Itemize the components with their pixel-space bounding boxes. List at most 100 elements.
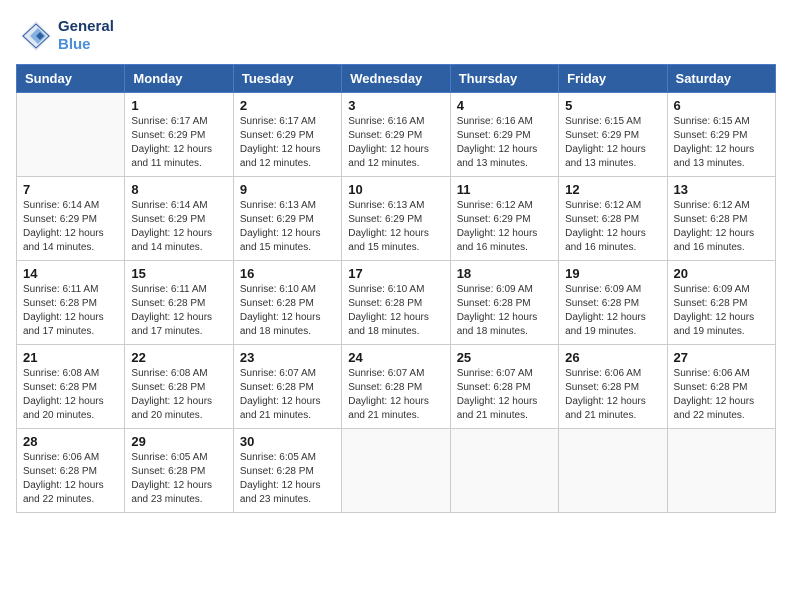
day-number: 29 xyxy=(131,434,226,449)
day-cell-16: 16Sunrise: 6:10 AMSunset: 6:28 PMDayligh… xyxy=(233,261,341,345)
empty-cell xyxy=(342,429,450,513)
day-cell-18: 18Sunrise: 6:09 AMSunset: 6:28 PMDayligh… xyxy=(450,261,558,345)
day-info: Sunrise: 6:17 AMSunset: 6:29 PMDaylight:… xyxy=(240,115,335,171)
day-cell-13: 13 Sunrise: 6:12 AMSunset: 6:28 PMDayligh… xyxy=(667,177,775,261)
day-number: 24 xyxy=(348,350,443,365)
day-info: Sunrise: 6:08 AMSunset: 6:28 PMDaylight:… xyxy=(23,367,118,423)
day-info: Sunrise: 6:11 AMSunset: 6:28 PMDaylight:… xyxy=(131,283,226,339)
day-number: 30 xyxy=(240,434,335,449)
day-cell-1: 1 Sunrise: 6:17 AMSunset: 6:29 PMDaylight… xyxy=(125,93,233,177)
day-cell-30: 30 Sunrise: 6:05 AMSunset: 6:28 PMDayligh… xyxy=(233,429,341,513)
weekday-header-tuesday: Tuesday xyxy=(233,65,341,93)
empty-cell xyxy=(450,429,558,513)
day-info: Sunrise: 6:07 AMSunset: 6:28 PMDaylight:… xyxy=(457,367,552,423)
day-number: 5 xyxy=(565,98,660,113)
day-info: Sunrise: 6:07 AMSunset: 6:28 PMDaylight:… xyxy=(348,367,443,423)
day-info: Sunrise: 6:07 AMSunset: 6:28 PMDaylight:… xyxy=(240,367,335,423)
day-cell-17: 17 Sunrise: 6:10 AMSunset: 6:28 PMDayligh… xyxy=(342,261,450,345)
day-cell-28: 28Sunrise: 6:06 AMSunset: 6:28 PMDayligh… xyxy=(17,429,125,513)
day-cell-20: 20 Sunrise: 6:09 AMSunset: 6:28 PMDayligh… xyxy=(667,261,775,345)
weekday-header-thursday: Thursday xyxy=(450,65,558,93)
day-number: 11 xyxy=(457,182,552,197)
weekday-header-wednesday: Wednesday xyxy=(342,65,450,93)
day-cell-5: 5 Sunrise: 6:15 AMSunset: 6:29 PMDaylight… xyxy=(559,93,667,177)
day-number: 19 xyxy=(565,266,660,281)
day-number: 17 xyxy=(348,266,443,281)
day-cell-3: 3 Sunrise: 6:16 AMSunset: 6:29 PMDaylight… xyxy=(342,93,450,177)
day-number: 14 xyxy=(23,266,118,281)
day-info: Sunrise: 6:13 AMSunset: 6:29 PMDaylight:… xyxy=(240,199,335,255)
day-cell-9: 9 Sunrise: 6:13 AMSunset: 6:29 PMDaylight… xyxy=(233,177,341,261)
day-info: Sunrise: 6:09 AMSunset: 6:28 PMDaylight:… xyxy=(457,283,552,339)
day-cell-27: 27 Sunrise: 6:06 AMSunset: 6:28 PMDayligh… xyxy=(667,345,775,429)
day-info: Sunrise: 6:16 AMSunset: 6:29 PMDaylight:… xyxy=(348,115,443,171)
day-number: 8 xyxy=(131,182,226,197)
day-number: 22 xyxy=(131,350,226,365)
day-info: Sunrise: 6:10 AMSunset: 6:28 PMDaylight:… xyxy=(240,283,335,339)
day-number: 9 xyxy=(240,182,335,197)
day-number: 15 xyxy=(131,266,226,281)
empty-cell xyxy=(667,429,775,513)
day-number: 20 xyxy=(674,266,769,281)
day-cell-7: 7Sunrise: 6:14 AMSunset: 6:29 PMDaylight… xyxy=(17,177,125,261)
day-cell-10: 10 Sunrise: 6:13 AMSunset: 6:29 PMDayligh… xyxy=(342,177,450,261)
day-info: Sunrise: 6:06 AMSunset: 6:28 PMDaylight:… xyxy=(674,367,769,423)
logo-name: General xyxy=(58,18,114,36)
weekday-header-saturday: Saturday xyxy=(667,65,775,93)
day-cell-4: 4 Sunrise: 6:16 AMSunset: 6:29 PMDaylight… xyxy=(450,93,558,177)
day-number: 21 xyxy=(23,350,118,365)
day-info: Sunrise: 6:16 AMSunset: 6:29 PMDaylight:… xyxy=(457,115,552,171)
day-number: 26 xyxy=(565,350,660,365)
day-cell-2: 2 Sunrise: 6:17 AMSunset: 6:29 PMDaylight… xyxy=(233,93,341,177)
logo: General Blue xyxy=(16,16,114,56)
day-number: 27 xyxy=(674,350,769,365)
weekday-header-monday: Monday xyxy=(125,65,233,93)
day-info: Sunrise: 6:09 AMSunset: 6:28 PMDaylight:… xyxy=(565,283,660,339)
day-cell-21: 21 Sunrise: 6:08 AMSunset: 6:28 PMDayligh… xyxy=(17,345,125,429)
day-cell-25: 25 Sunrise: 6:07 AMSunset: 6:28 PMDayligh… xyxy=(450,345,558,429)
day-cell-11: 11Sunrise: 6:12 AMSunset: 6:29 PMDayligh… xyxy=(450,177,558,261)
day-info: Sunrise: 6:06 AMSunset: 6:28 PMDaylight:… xyxy=(565,367,660,423)
day-cell-19: 19 Sunrise: 6:09 AMSunset: 6:28 PMDayligh… xyxy=(559,261,667,345)
day-number: 23 xyxy=(240,350,335,365)
weekday-header-sunday: Sunday xyxy=(17,65,125,93)
day-info: Sunrise: 6:08 AMSunset: 6:28 PMDaylight:… xyxy=(131,367,226,423)
day-number: 4 xyxy=(457,98,552,113)
day-number: 2 xyxy=(240,98,335,113)
empty-cell xyxy=(559,429,667,513)
day-info: Sunrise: 6:12 AMSunset: 6:28 PMDaylight:… xyxy=(674,199,769,255)
day-info: Sunrise: 6:06 AMSunset: 6:28 PMDaylight:… xyxy=(23,451,118,507)
day-cell-24: 24 Sunrise: 6:07 AMSunset: 6:28 PMDayligh… xyxy=(342,345,450,429)
day-info: Sunrise: 6:15 AMSunset: 6:29 PMDaylight:… xyxy=(565,115,660,171)
day-cell-22: 22 Sunrise: 6:08 AMSunset: 6:28 PMDayligh… xyxy=(125,345,233,429)
day-number: 25 xyxy=(457,350,552,365)
day-number: 6 xyxy=(674,98,769,113)
day-cell-15: 15 Sunrise: 6:11 AMSunset: 6:28 PMDayligh… xyxy=(125,261,233,345)
day-info: Sunrise: 6:05 AMSunset: 6:28 PMDaylight:… xyxy=(131,451,226,507)
day-info: Sunrise: 6:15 AMSunset: 6:29 PMDaylight:… xyxy=(674,115,769,171)
weekday-header-friday: Friday xyxy=(559,65,667,93)
day-number: 12 xyxy=(565,182,660,197)
day-info: Sunrise: 6:10 AMSunset: 6:28 PMDaylight:… xyxy=(348,283,443,339)
day-info: Sunrise: 6:13 AMSunset: 6:29 PMDaylight:… xyxy=(348,199,443,255)
day-info: Sunrise: 6:17 AMSunset: 6:29 PMDaylight:… xyxy=(131,115,226,171)
day-cell-6: 6 Sunrise: 6:15 AMSunset: 6:29 PMDaylight… xyxy=(667,93,775,177)
day-cell-26: 26 Sunrise: 6:06 AMSunset: 6:28 PMDayligh… xyxy=(559,345,667,429)
day-info: Sunrise: 6:09 AMSunset: 6:28 PMDaylight:… xyxy=(674,283,769,339)
day-info: Sunrise: 6:11 AMSunset: 6:28 PMDaylight:… xyxy=(23,283,118,339)
day-cell-8: 8 Sunrise: 6:14 AMSunset: 6:29 PMDaylight… xyxy=(125,177,233,261)
day-cell-29: 29 Sunrise: 6:05 AMSunset: 6:28 PMDayligh… xyxy=(125,429,233,513)
day-info: Sunrise: 6:05 AMSunset: 6:28 PMDaylight:… xyxy=(240,451,335,507)
day-cell-23: 23 Sunrise: 6:07 AMSunset: 6:28 PMDayligh… xyxy=(233,345,341,429)
day-number: 3 xyxy=(348,98,443,113)
calendar-table: SundayMondayTuesdayWednesdayThursdayFrid… xyxy=(16,64,776,513)
day-number: 1 xyxy=(131,98,226,113)
day-info: Sunrise: 6:14 AMSunset: 6:29 PMDaylight:… xyxy=(23,199,118,255)
day-number: 13 xyxy=(674,182,769,197)
day-cell-14: 14 Sunrise: 6:11 AMSunset: 6:28 PMDayligh… xyxy=(17,261,125,345)
day-number: 10 xyxy=(348,182,443,197)
day-info: Sunrise: 6:14 AMSunset: 6:29 PMDaylight:… xyxy=(131,199,226,255)
day-info: Sunrise: 6:12 AMSunset: 6:28 PMDaylight:… xyxy=(565,199,660,255)
logo-blue: Blue xyxy=(58,36,114,54)
logo-icon xyxy=(16,16,56,56)
